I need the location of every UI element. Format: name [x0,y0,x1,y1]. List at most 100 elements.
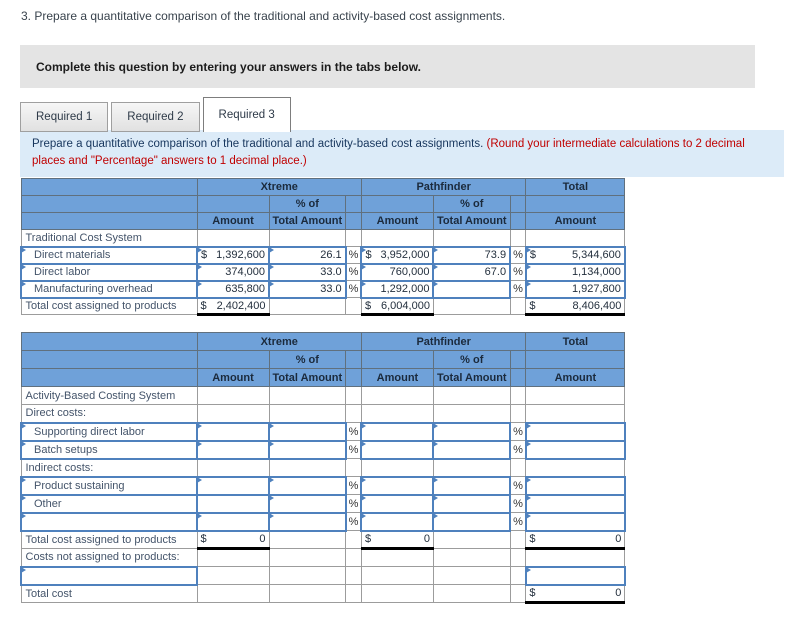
pathfinder-percent-input[interactable] [432,511,512,532]
label-input[interactable]: Supporting direct labor [20,421,198,442]
xtreme-amount-input[interactable]: 374,000 [196,262,270,282]
xtreme-amount-input[interactable] [196,439,270,460]
pathfinder-percent-input[interactable] [432,475,512,496]
percent-symbol: % [345,246,362,264]
pathfinder-amount-total: $0 [360,530,434,550]
pathfinder-amount-input[interactable]: 760,000 [360,262,435,282]
row-label: Traditional Cost System [20,229,198,247]
empty-cell [196,458,270,477]
row-label: Costs not assigned to products: [20,548,198,567]
label-input[interactable]: Direct labor [20,262,198,282]
header-blank [196,350,270,369]
empty-cell [360,386,434,405]
label-input[interactable]: Other [20,493,198,514]
xtreme-percent-input[interactable] [268,439,347,460]
pathfinder-amount-input[interactable]: 1,292,000 [360,279,435,299]
column-header: Total Amount [268,212,347,230]
empty-cell [509,404,527,423]
empty-cell [196,386,270,405]
pathfinder-percent-input[interactable] [432,493,512,514]
activity-based-costing-table: Xtreme Pathfinder Total% of% of Amount Total… [20,332,626,604]
total-amount-input[interactable]: 1,927,800 [524,279,626,299]
label-input[interactable]: Direct materials [20,245,198,265]
table-row: Indirect costs: [20,458,626,477]
xtreme-percent-input[interactable] [268,493,347,514]
xtreme-amount-input[interactable]: $1,392,600 [196,245,270,265]
xtreme-amount-input[interactable] [196,475,270,496]
currency-symbol: $ [529,299,536,312]
tab-required-3[interactable]: Required 3 [202,97,291,132]
cell-value: 1,927,800 [571,283,621,295]
xtreme-amount-input[interactable] [196,511,270,532]
currency-symbol: $ [364,533,372,546]
header-blank [360,195,434,213]
pathfinder-amount-input[interactable] [360,475,435,496]
total-amount-input[interactable] [524,565,626,586]
percent-symbol: % [345,263,362,281]
percent-symbol: % [509,263,527,281]
pathfinder-percent-input[interactable] [432,279,512,299]
xtreme-percent-input[interactable]: 26.1 [268,245,347,265]
empty-cell [432,548,511,567]
column-header: Total Amount [268,368,347,387]
table-row: Total cost $0 [20,584,626,604]
xtreme-percent-input[interactable] [268,475,347,496]
empty-cell [268,548,347,567]
cell-value: 1,392,600 [216,249,265,261]
total-amount-input[interactable] [524,511,626,532]
label-input[interactable]: Product sustaining [20,475,198,496]
xtreme-percent-input[interactable] [268,421,347,442]
empty-cell [509,584,527,603]
label-input[interactable]: Manufacturing overhead [20,279,198,299]
label-input[interactable] [20,565,198,586]
percent-symbol: % [345,440,362,459]
empty-cell [268,386,347,405]
percent-symbol: % [345,512,362,531]
header-blank [525,350,626,369]
empty-cell [509,566,527,585]
percent-symbol: % [509,422,527,441]
xtreme-percent-input[interactable]: 33.0 [268,262,347,282]
total-amount-input[interactable] [524,421,626,442]
xtreme-amount-input[interactable]: 635,800 [196,279,270,299]
empty-cell [268,530,347,549]
empty-cell [196,229,270,247]
empty-cell [360,458,434,477]
pathfinder-amount-input[interactable] [360,511,435,532]
percent-symbol: % [509,246,527,264]
percent-symbol: % [345,280,362,298]
header-blank [509,350,527,369]
pathfinder-percent-input[interactable]: 73.9 [432,245,512,265]
label-input[interactable] [20,511,198,532]
total-amount-input[interactable] [524,493,626,514]
pathfinder-percent-input[interactable] [432,439,512,460]
pathfinder-amount-input[interactable]: $3,952,000 [360,245,435,265]
column-header: % of [432,195,511,213]
empty-cell [432,404,511,423]
empty-cell [345,548,362,567]
xtreme-amount-total: $2,402,400 [196,297,270,316]
tab-required-1[interactable]: Required 1 [20,102,109,132]
pathfinder-percent-input[interactable]: 67.0 [432,262,512,282]
total-amount-input[interactable]: 1,134,000 [524,262,626,282]
total-amount-input[interactable]: $5,344,600 [524,245,626,265]
xtreme-amount-input[interactable] [196,493,270,514]
pathfinder-amount-input[interactable] [360,439,435,460]
empty-cell [509,548,527,567]
pathfinder-amount-input[interactable] [360,421,435,442]
total-amount-input[interactable] [524,475,626,496]
empty-cell [196,566,270,585]
empty-cell [345,229,362,247]
tab-required-2[interactable]: Required 2 [111,102,200,132]
xtreme-percent-input[interactable]: 33.0 [268,279,347,299]
label-input[interactable]: Batch setups [20,439,198,460]
pathfinder-amount-input[interactable] [360,493,435,514]
column-group-total: Total [525,332,626,351]
empty-cell [360,584,434,603]
header-blank [509,368,527,387]
xtreme-percent-input[interactable] [268,511,347,532]
pathfinder-percent-input[interactable] [432,421,512,442]
xtreme-amount-input[interactable] [196,421,270,442]
empty-cell [196,404,270,423]
total-amount-input[interactable] [524,439,626,460]
